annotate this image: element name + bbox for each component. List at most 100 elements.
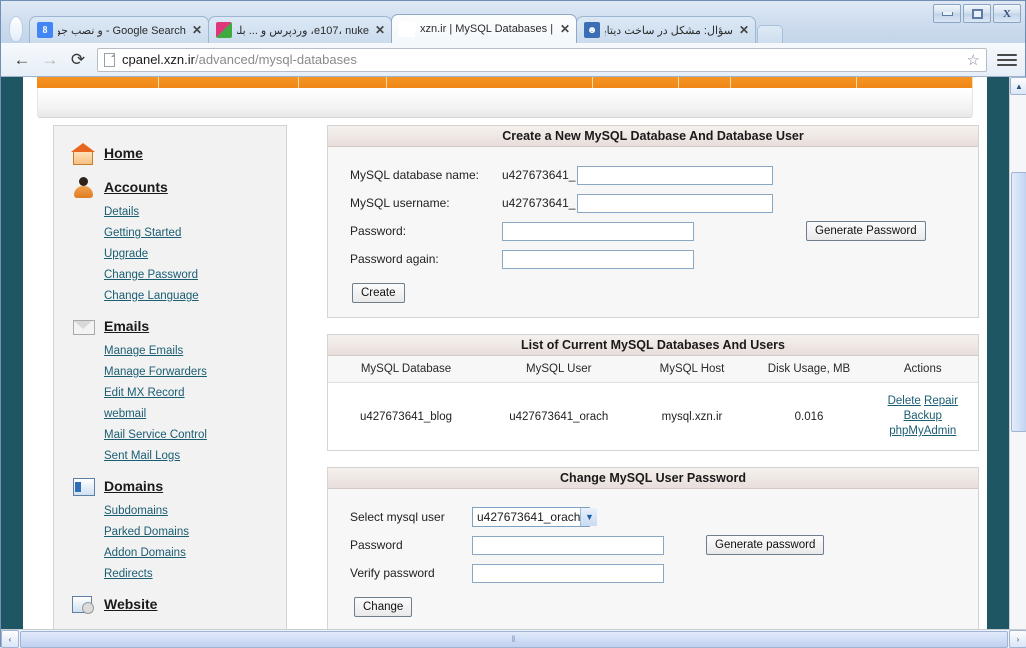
sidebar-item-emails[interactable]: Emails	[54, 311, 286, 341]
column-header-user: MySQL User	[484, 356, 634, 383]
sidebar-item-getting-started[interactable]: Getting Started	[54, 223, 286, 244]
table-row: u427673641_blog u427673641_orach mysql.x…	[328, 382, 978, 450]
tab-cms-forum[interactable]: e107، nuke، وردپرس و ... بلد ✕	[208, 16, 392, 43]
db-name-prefix: u427673641_	[502, 168, 576, 182]
phpmyadmin-link[interactable]: phpMyAdmin	[889, 425, 956, 437]
hamburger-menu-icon[interactable]	[997, 49, 1017, 71]
sidebar-item-manage-forwarders[interactable]: Manage Forwarders	[54, 362, 286, 383]
sidebar-item-subdomains[interactable]: Subdomains	[54, 501, 286, 522]
verify-password-input[interactable]	[472, 563, 664, 583]
sidebar-item-change-password[interactable]: Change Password	[54, 265, 286, 286]
form-row-change-password: Password Generate password	[328, 531, 978, 559]
tab-title: سؤال: مشکل در ساخت دیتابیس	[605, 24, 733, 37]
change-password-input[interactable]	[472, 535, 664, 555]
form-row-username: MySQL username: u427673641_	[328, 189, 978, 217]
bookmark-star-icon[interactable]: ☆	[961, 51, 980, 69]
sidebar-group-home: Home	[54, 138, 286, 168]
close-icon[interactable]: ✕	[560, 23, 570, 35]
sidebar-item-details[interactable]: Details	[54, 202, 286, 223]
envelope-icon	[72, 315, 95, 337]
generate-password-button-2[interactable]: Generate password	[706, 535, 825, 555]
username-prefix: u427673641_	[502, 196, 576, 210]
field-label: Verify password	[350, 566, 435, 580]
column-header-host: MySQL Host	[633, 356, 751, 383]
sidebar-item-addon-domains[interactable]: Addon Domains	[54, 543, 286, 564]
sidebar-group-label: Domains	[104, 478, 164, 494]
tab-title: xzn.ir | MySQL Databases | c	[420, 23, 554, 35]
user-icon	[72, 176, 94, 198]
cell-host: mysql.xzn.ir	[633, 382, 751, 450]
close-icon[interactable]: ✕	[192, 24, 202, 36]
database-username-input[interactable]	[577, 193, 774, 213]
forum-icon: ☻	[584, 22, 600, 38]
mysql-user-select[interactable]: u427673641_orach ▼	[472, 507, 598, 527]
home-icon	[71, 142, 95, 165]
database-list-panel: List of Current MySQL Databases And User…	[327, 334, 979, 451]
sidebar-group-emails: Emails Manage Emails Manage Forwarders E…	[54, 311, 286, 467]
sidebar-item-change-language[interactable]: Change Language	[54, 286, 286, 307]
sidebar-group-label: Accounts	[104, 179, 168, 195]
forward-icon[interactable]: →	[37, 47, 63, 73]
sidebar-group-label: Home	[104, 145, 143, 161]
close-icon[interactable]: ✕	[739, 24, 749, 36]
sidebar-group-label: Website	[104, 596, 158, 612]
tab-google-search[interactable]: 8 Google Search - و نصب جوملا ✕	[29, 16, 209, 43]
close-icon[interactable]: ✕	[375, 24, 385, 36]
sidebar-item-domains[interactable]: Domains	[54, 471, 286, 501]
sidebar-item-parked-domains[interactable]: Parked Domains	[54, 522, 286, 543]
delete-link[interactable]: Delete	[888, 395, 921, 407]
sidebar-item-upgrade[interactable]: Upgrade	[54, 244, 286, 265]
backup-link[interactable]: Backup	[904, 410, 942, 422]
scroll-left-button[interactable]: ‹	[1, 630, 19, 648]
sidebar-item-accounts[interactable]: Accounts	[54, 172, 286, 202]
flag-icon	[216, 22, 232, 38]
sidebar-group-label: Emails	[104, 318, 150, 334]
horizontal-scrollbar[interactable]: ‹ ‖ ›	[1, 629, 1026, 648]
sidebar-item-mail-service-control[interactable]: Mail Service Control	[54, 425, 286, 446]
panel-title: Create a New MySQL Database And Database…	[328, 126, 978, 147]
url-path: /advanced/mysql-databases	[194, 52, 357, 67]
sidebar-item-website[interactable]: Website	[54, 589, 286, 619]
tab-mysql-databases[interactable]: XZN xzn.ir | MySQL Databases | c ✕	[391, 14, 577, 43]
reload-icon[interactable]: ⟳	[65, 47, 91, 73]
change-button[interactable]: Change	[354, 597, 413, 617]
vertical-scrollbar[interactable]: ▲	[1009, 77, 1026, 629]
scroll-right-button[interactable]: ›	[1009, 630, 1026, 648]
xzn-icon: XZN	[399, 21, 417, 37]
sidebar-nav: Home Accounts Details Getting Started Up…	[53, 125, 287, 629]
field-label: Select mysql user	[350, 510, 445, 524]
tab-support-question[interactable]: ☻ سؤال: مشکل در ساخت دیتابیس ✕	[576, 16, 756, 43]
sidebar-item-webmail[interactable]: webmail	[54, 404, 286, 425]
repair-link[interactable]: Repair	[924, 395, 958, 407]
cell-user: u427673641_orach	[484, 382, 634, 450]
new-tab-button[interactable]	[757, 25, 783, 43]
sidebar-item-home[interactable]: Home	[54, 138, 286, 168]
panel-body: Select mysql user u427673641_orach ▼ Pas…	[328, 489, 978, 629]
database-name-input[interactable]	[577, 165, 774, 185]
back-icon[interactable]: ←	[9, 47, 35, 73]
form-row-verify-password: Verify password	[328, 559, 978, 587]
generate-password-button[interactable]: Generate Password	[806, 221, 926, 241]
vertical-scroll-thumb[interactable]	[1011, 172, 1026, 432]
sidebar-item-sent-mail-logs[interactable]: Sent Mail Logs	[54, 446, 286, 467]
password-input[interactable]	[502, 221, 694, 241]
page-info-icon[interactable]	[104, 52, 115, 67]
column-header-database: MySQL Database	[328, 356, 484, 383]
form-row-select-user: Select mysql user u427673641_orach ▼	[328, 503, 978, 531]
panel-body: MySQL database name: u427673641_ MySQL u…	[328, 147, 978, 317]
address-bar[interactable]: cpanel.xzn.ir /advanced/mysql-databases …	[97, 47, 987, 72]
chevron-down-icon[interactable]: ▼	[580, 508, 598, 526]
field-label: Password again:	[350, 252, 439, 266]
create-button[interactable]: Create	[352, 283, 405, 303]
title-bar: X 8 Google Search - و نصب جوملا ✕ e107، …	[1, 1, 1025, 43]
field-label: MySQL database name:	[350, 168, 479, 182]
sidebar-item-redirects[interactable]: Redirects	[54, 564, 286, 585]
page-header-strip	[37, 88, 973, 118]
top-nav-bar[interactable]	[37, 77, 973, 88]
website-icon	[72, 593, 94, 615]
password-again-input[interactable]	[502, 249, 694, 269]
sidebar-item-edit-mx-record[interactable]: Edit MX Record	[54, 383, 286, 404]
scroll-up-button[interactable]: ▲	[1010, 77, 1026, 95]
horizontal-scroll-thumb[interactable]: ‖	[20, 630, 1008, 648]
sidebar-item-manage-emails[interactable]: Manage Emails	[54, 341, 286, 362]
